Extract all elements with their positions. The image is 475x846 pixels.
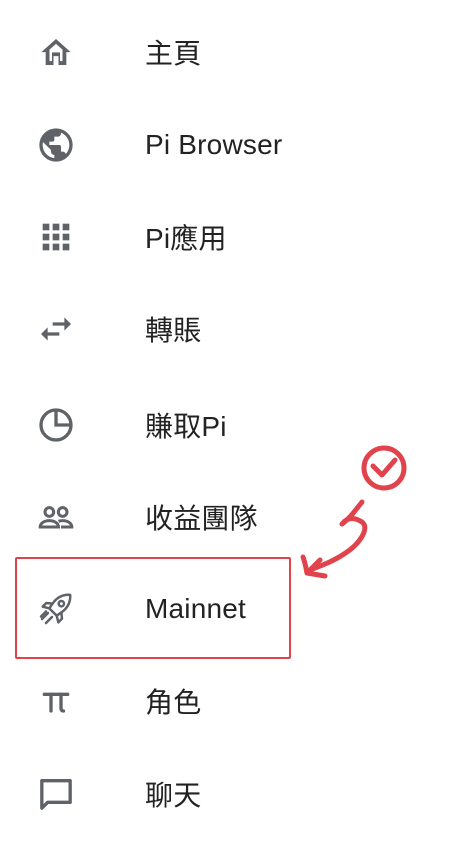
menu-item-label: Pi Browser	[145, 129, 283, 160]
menu-item-roles[interactable]: 角色	[0, 655, 300, 747]
menu-item-chat[interactable]: 聊天	[0, 748, 300, 840]
menu-item-transfer[interactable]: 轉賬	[0, 283, 300, 375]
menu-item-pi-apps[interactable]: Pi應用	[0, 191, 300, 283]
menu-item-label: 轉賬	[145, 315, 202, 346]
menu-item-pi-browser[interactable]: Pi Browser	[0, 99, 300, 191]
menu-item-team[interactable]: 收益團隊	[0, 471, 300, 563]
menu-item-earn-pi[interactable]: 賺取Pi	[0, 379, 300, 471]
transfer-arrows-icon	[36, 309, 76, 349]
team-icon	[36, 497, 76, 537]
menu-item-label: 收益團隊	[145, 503, 258, 534]
menu-item-label: 角色	[145, 687, 202, 718]
apps-grid-icon	[36, 217, 76, 257]
highlight-box	[15, 557, 291, 659]
menu-item-label: 主頁	[145, 38, 202, 69]
annotation-arrow-icon	[300, 445, 407, 579]
menu-item-label: 聊天	[145, 780, 202, 811]
pi-symbol-icon	[36, 681, 76, 721]
chat-bubble-icon	[36, 774, 76, 814]
menu-item-label: 賺取Pi	[145, 411, 227, 442]
menu-item-label: Pi應用	[145, 223, 227, 254]
menu-item-home[interactable]: 主頁	[0, 6, 300, 98]
globe-icon	[36, 125, 76, 165]
pie-chart-icon	[36, 405, 76, 445]
home-icon	[36, 32, 76, 72]
